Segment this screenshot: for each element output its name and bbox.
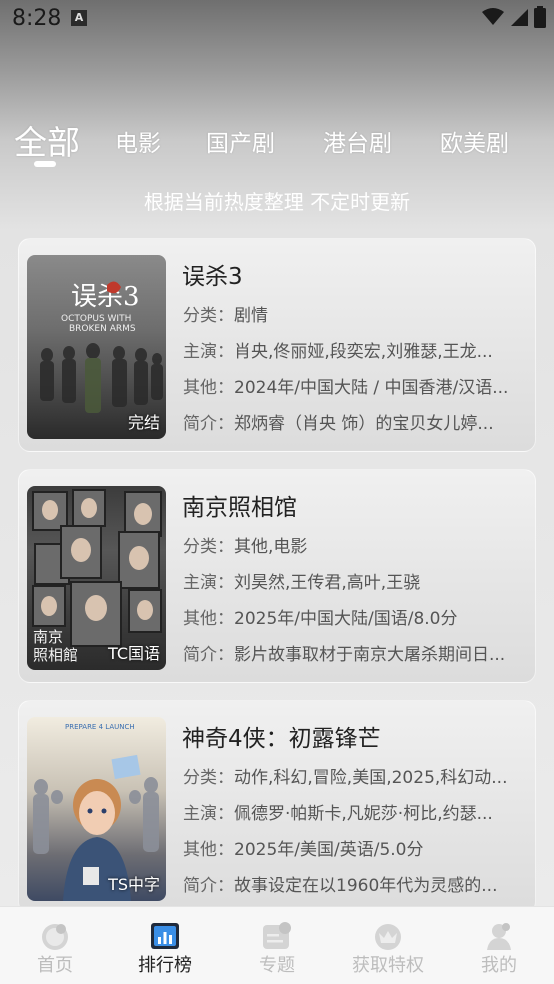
nav-profile-label: 我的 <box>481 955 517 976</box>
ranking-subtitle: 根据当前热度整理 不定时更新 <box>143 190 411 214</box>
home-icon <box>42 924 68 950</box>
privilege-icon <box>375 924 401 950</box>
cast-label: 主演： <box>183 804 234 824</box>
intro-label: 简介： <box>183 876 234 896</box>
poster-image: PREPARE 4 LAUNCH TS中字 <box>27 717 166 901</box>
ranking-card[interactable]: 误杀3 OCTOPUS WITH BROKEN ARMS 完结 误杀3 分类：剧… <box>18 238 536 452</box>
tab-indicator <box>34 161 56 167</box>
item-cast: 主演：肖央,佟丽娅,段奕宏,刘雅瑟,王龙... <box>183 337 528 362</box>
poster-title-text: 照相館 <box>33 646 78 664</box>
item-category: 分类：动作,科幻,冒险,美国,2025,科幻动... <box>183 763 528 788</box>
other-label: 其他： <box>183 378 234 398</box>
status-bar: 8:28 A <box>0 0 554 38</box>
nav-ranking[interactable]: 排行榜 <box>110 907 220 984</box>
nav-topic[interactable]: 专题 <box>222 907 332 984</box>
signal-icon <box>511 9 528 26</box>
profile-icon <box>487 923 511 950</box>
item-other: 其他：2025年/中国大陆/国语/8.0分 <box>183 604 528 629</box>
cast-value: 佩德罗·帕斯卡,凡妮莎·柯比,约瑟... <box>234 804 493 824</box>
item-intro: 简介：影片故事取材于南京大屠杀期间日... <box>183 640 528 665</box>
ranking-icon <box>151 923 179 949</box>
item-cast: 主演：刘昊然,王传君,高叶,王骁 <box>183 568 528 593</box>
other-value: 2025年/中国大陆/国语/8.0分 <box>234 609 458 629</box>
ranking-card[interactable]: PREPARE 4 LAUNCH TS中字 神奇4侠：初露锋芒 分类：动作,科幻… <box>18 700 536 914</box>
nav-topic-label: 专题 <box>259 955 295 976</box>
intro-label: 简介： <box>183 645 234 665</box>
status-icons <box>482 6 546 28</box>
item-cast: 主演：佩德罗·帕斯卡,凡妮莎·柯比,约瑟... <box>183 799 528 824</box>
category-label: 分类： <box>183 768 234 788</box>
nav-ranking-label: 排行榜 <box>138 955 192 976</box>
intro-value: 郑炳睿（肖央 饰）的宝贝女儿婷... <box>234 414 494 434</box>
item-title: 误杀3 <box>182 264 243 290</box>
status-badge: TS中字 <box>108 875 160 894</box>
tab-movie[interactable]: 电影 <box>115 124 161 158</box>
topic-icon <box>263 922 291 949</box>
status-time: 8:28 <box>12 6 62 31</box>
tab-all[interactable]: 全部 <box>14 116 80 164</box>
other-value: 2025年/美国/英语/5.0分 <box>234 840 424 860</box>
category-value: 其他,电影 <box>234 537 308 557</box>
intro-label: 简介： <box>183 414 234 434</box>
item-other: 其他：2025年/美国/英语/5.0分 <box>183 835 528 860</box>
nav-home[interactable]: 首页 <box>0 907 110 984</box>
poster-image: 南京 照相館 TC国语 <box>27 486 166 670</box>
category-tabs: 全部 电影 国产剧 港台剧 欧美剧 <box>0 112 554 172</box>
other-label: 其他： <box>183 609 234 629</box>
status-badge: TC国语 <box>107 644 160 663</box>
tab-western-drama[interactable]: 欧美剧 <box>440 124 509 158</box>
tab-hk-tw-drama[interactable]: 港台剧 <box>323 124 392 158</box>
intro-value: 故事设定在以1960年代为灵感的... <box>234 876 498 896</box>
nav-profile[interactable]: 我的 <box>444 907 554 984</box>
item-category: 分类：剧情 <box>183 301 528 326</box>
other-label: 其他： <box>183 840 234 860</box>
cast-label: 主演： <box>183 342 234 362</box>
other-value: 2024年/中国大陆 / 中国香港/汉语... <box>234 378 509 398</box>
poster-tagline-text: PREPARE 4 LAUNCH <box>65 723 135 731</box>
item-intro: 简介：郑炳睿（肖央 饰）的宝贝女儿婷... <box>183 409 528 434</box>
intro-value: 影片故事取材于南京大屠杀期间日... <box>234 645 506 665</box>
nav-home-label: 首页 <box>37 955 73 976</box>
category-value: 剧情 <box>234 306 268 326</box>
poster-subtitle-text: BROKEN ARMS <box>69 324 136 334</box>
category-value: 动作,科幻,冒险,美国,2025,科幻动... <box>234 768 508 788</box>
item-category: 分类：其他,电影 <box>183 532 528 557</box>
item-title: 南京照相馆 <box>182 495 297 521</box>
category-label: 分类： <box>183 537 234 557</box>
poster-subtitle-text: OCTOPUS WITH <box>61 314 131 324</box>
cast-label: 主演： <box>183 573 234 593</box>
cast-value: 肖央,佟丽娅,段奕宏,刘雅瑟,王龙... <box>234 342 493 362</box>
wifi-icon <box>482 8 504 25</box>
item-title: 神奇4侠：初露锋芒 <box>182 726 381 752</box>
item-intro: 简介：故事设定在以1960年代为灵感的... <box>183 871 528 896</box>
nav-privilege[interactable]: 获取特权 <box>333 907 443 984</box>
battery-icon <box>534 6 546 28</box>
ranking-card[interactable]: 南京 照相館 TC国语 南京照相馆 分类：其他,电影 主演：刘昊然,王传君,高叶… <box>18 469 536 683</box>
cast-value: 刘昊然,王传君,高叶,王骁 <box>234 573 421 593</box>
poster-title-text: 误杀3 <box>71 282 140 312</box>
nav-privilege-label: 获取特权 <box>352 955 424 976</box>
poster-image: 误杀3 OCTOPUS WITH BROKEN ARMS 完结 <box>27 255 166 439</box>
item-other: 其他：2024年/中国大陆 / 中国香港/汉语... <box>183 373 528 398</box>
status-badge: 完结 <box>127 413 160 432</box>
poster-title-text: 南京 <box>33 628 63 646</box>
bottom-nav: 首页 排行榜 专题 获取特权 我的 <box>0 906 554 984</box>
tab-domestic-drama[interactable]: 国产剧 <box>206 124 275 158</box>
notification-icon: A <box>71 10 87 26</box>
category-label: 分类： <box>183 306 234 326</box>
